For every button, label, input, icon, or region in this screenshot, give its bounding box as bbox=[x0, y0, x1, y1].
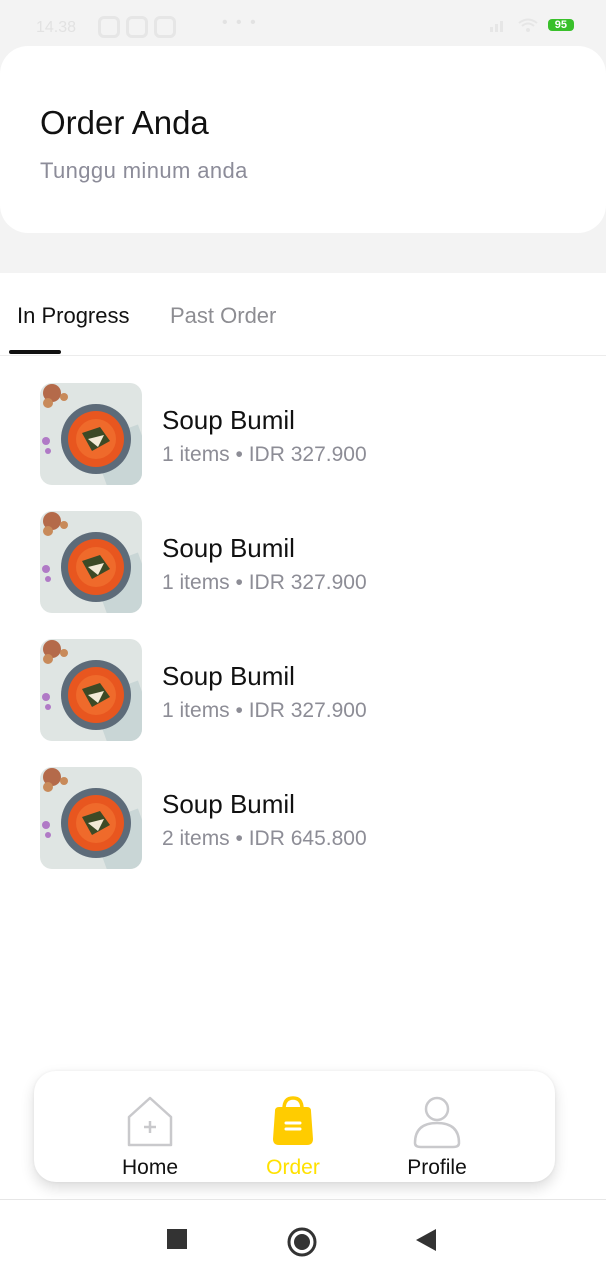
wifi-icon bbox=[518, 18, 538, 32]
order-name: Soup Bumil bbox=[162, 661, 295, 691]
tab-past-order[interactable]: Past Order bbox=[170, 303, 276, 329]
nav-home[interactable]: Home bbox=[90, 1093, 210, 1179]
order-meta: 1 items • IDR 327.900 bbox=[162, 571, 367, 594]
order-meta: 1 items • IDR 327.900 bbox=[162, 699, 367, 722]
order-meta: 1 items • IDR 327.900 bbox=[162, 443, 367, 466]
tab-in-progress[interactable]: In Progress bbox=[17, 303, 130, 329]
order-name: Soup Bumil bbox=[162, 405, 295, 435]
nav-profile-label: Profile bbox=[407, 1156, 467, 1179]
page-subtitle: Tunggu minum anda bbox=[40, 158, 248, 183]
home-button-icon[interactable] bbox=[286, 1226, 318, 1258]
battery-icon: 95 bbox=[547, 19, 574, 31]
shopping-bag-icon bbox=[273, 1096, 313, 1145]
active-tab-indicator bbox=[9, 350, 61, 354]
order-list-item[interactable]: Soup Bumil 2 items • IDR 645.800 bbox=[40, 767, 580, 869]
notification-icon bbox=[98, 16, 120, 38]
soup-bowl-photo bbox=[40, 383, 142, 485]
soup-bowl-photo bbox=[40, 511, 142, 613]
order-meta: 2 items • IDR 645.800 bbox=[162, 827, 367, 850]
signal-icon bbox=[489, 21, 503, 32]
recent-apps-icon[interactable] bbox=[166, 1228, 188, 1250]
nav-order-label: Order bbox=[266, 1156, 320, 1179]
soup-bowl-photo bbox=[40, 639, 142, 741]
page-title: Order Anda bbox=[40, 104, 209, 141]
notification-icon bbox=[154, 16, 176, 38]
notification-icons bbox=[98, 16, 176, 38]
order-list-item[interactable]: Soup Bumil 1 items • IDR 327.900 bbox=[40, 383, 580, 485]
nav-home-label: Home bbox=[121, 1156, 179, 1179]
person-icon bbox=[413, 1096, 461, 1149]
order-list-item[interactable]: Soup Bumil 1 items • IDR 327.900 bbox=[40, 511, 580, 613]
home-icon bbox=[127, 1096, 173, 1147]
header-card: Order Anda Tunggu minum anda bbox=[0, 46, 606, 233]
notification-icon bbox=[126, 16, 148, 38]
status-time: 14.38 bbox=[36, 19, 77, 36]
order-name: Soup Bumil bbox=[162, 789, 295, 819]
nav-order[interactable]: Order bbox=[233, 1093, 353, 1179]
status-bar: 14.38 • • • 95 bbox=[0, 0, 606, 46]
back-icon[interactable] bbox=[415, 1228, 437, 1252]
order-tabs: In Progress Past Order bbox=[0, 273, 606, 356]
order-list-item[interactable]: Soup Bumil 1 items • IDR 327.900 bbox=[40, 639, 580, 741]
bottom-navigation: Home Order Profile bbox=[34, 1071, 555, 1182]
nav-profile[interactable]: Profile bbox=[377, 1093, 497, 1179]
soup-bowl-photo bbox=[40, 767, 142, 869]
system-navigation-bar bbox=[0, 1199, 606, 1280]
overflow-dots: • • • bbox=[222, 14, 258, 31]
order-name: Soup Bumil bbox=[162, 533, 295, 563]
